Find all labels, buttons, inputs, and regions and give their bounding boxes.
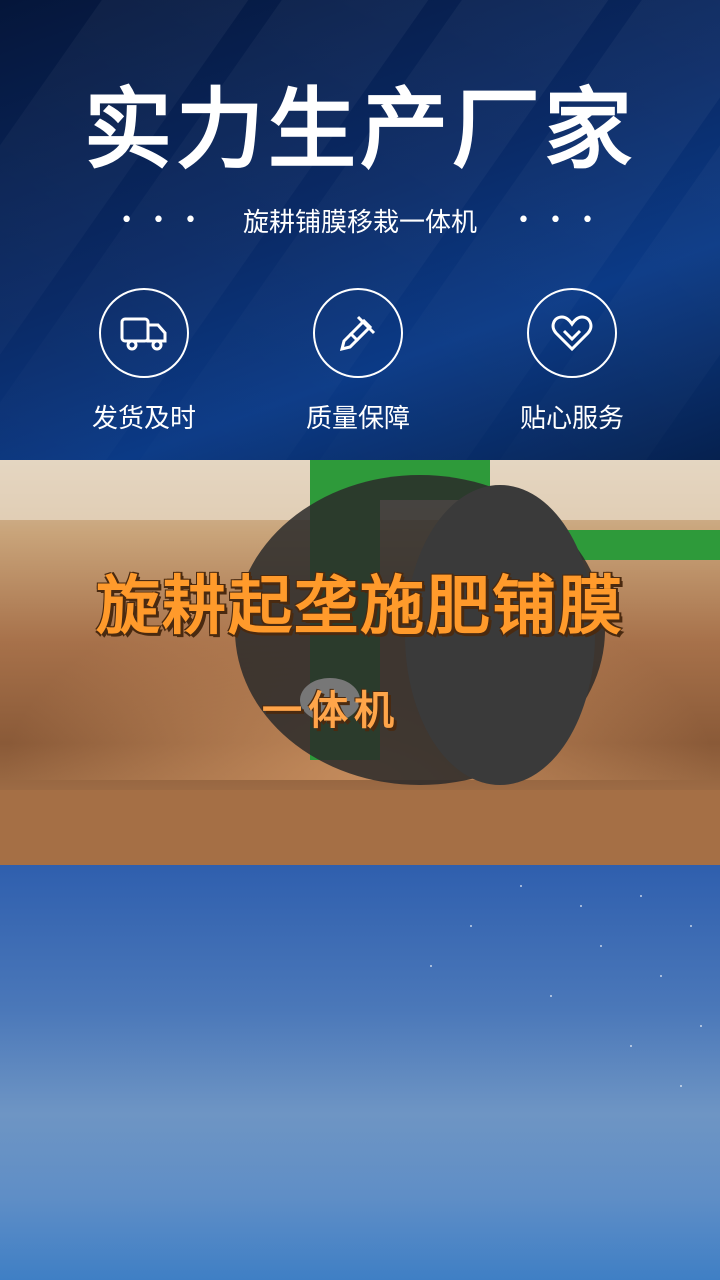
feature-delivery: 发货及时 xyxy=(44,288,244,435)
star xyxy=(640,895,642,897)
banner: 实力生产厂家 • • • 旋耕铺膜移栽一体机 • • • 发货及时 质量保障 贴… xyxy=(0,0,720,460)
heart-service-icon xyxy=(527,288,617,378)
sky-background xyxy=(0,865,720,1280)
star xyxy=(430,965,432,967)
overlay-subtitle: 一体机 xyxy=(262,688,400,734)
feature-list: 发货及时 质量保障 贴心服务 xyxy=(0,288,720,438)
delivery-truck-icon xyxy=(99,288,189,378)
right-dots: • • • xyxy=(517,207,600,233)
star xyxy=(550,995,552,997)
star xyxy=(600,945,602,947)
quality-badge-icon xyxy=(313,288,403,378)
banner-subtitle: 旋耕铺膜移栽一体机 xyxy=(242,207,477,238)
machine-photo: 旋耕起垄施肥铺膜 一体机 xyxy=(0,460,720,865)
left-dots: • • • xyxy=(120,207,203,233)
banner-title: 实力生产厂家 xyxy=(83,78,636,181)
feature-label: 发货及时 xyxy=(91,404,196,434)
feature-service: 贴心服务 xyxy=(472,288,672,435)
star xyxy=(690,925,692,927)
star xyxy=(700,1025,702,1027)
feature-quality: 质量保障 xyxy=(258,288,458,435)
feature-label: 贴心服务 xyxy=(519,404,624,434)
feature-label: 质量保障 xyxy=(305,404,410,434)
machine-illustration xyxy=(0,460,720,865)
star xyxy=(520,885,522,887)
star xyxy=(470,925,472,927)
star xyxy=(660,975,662,977)
star xyxy=(630,1045,632,1047)
star xyxy=(580,905,582,907)
star xyxy=(680,1085,682,1087)
subtitle-row: • • • 旋耕铺膜移栽一体机 • • • xyxy=(0,200,720,240)
overlay-title: 旋耕起垄施肥铺膜 xyxy=(96,570,624,644)
